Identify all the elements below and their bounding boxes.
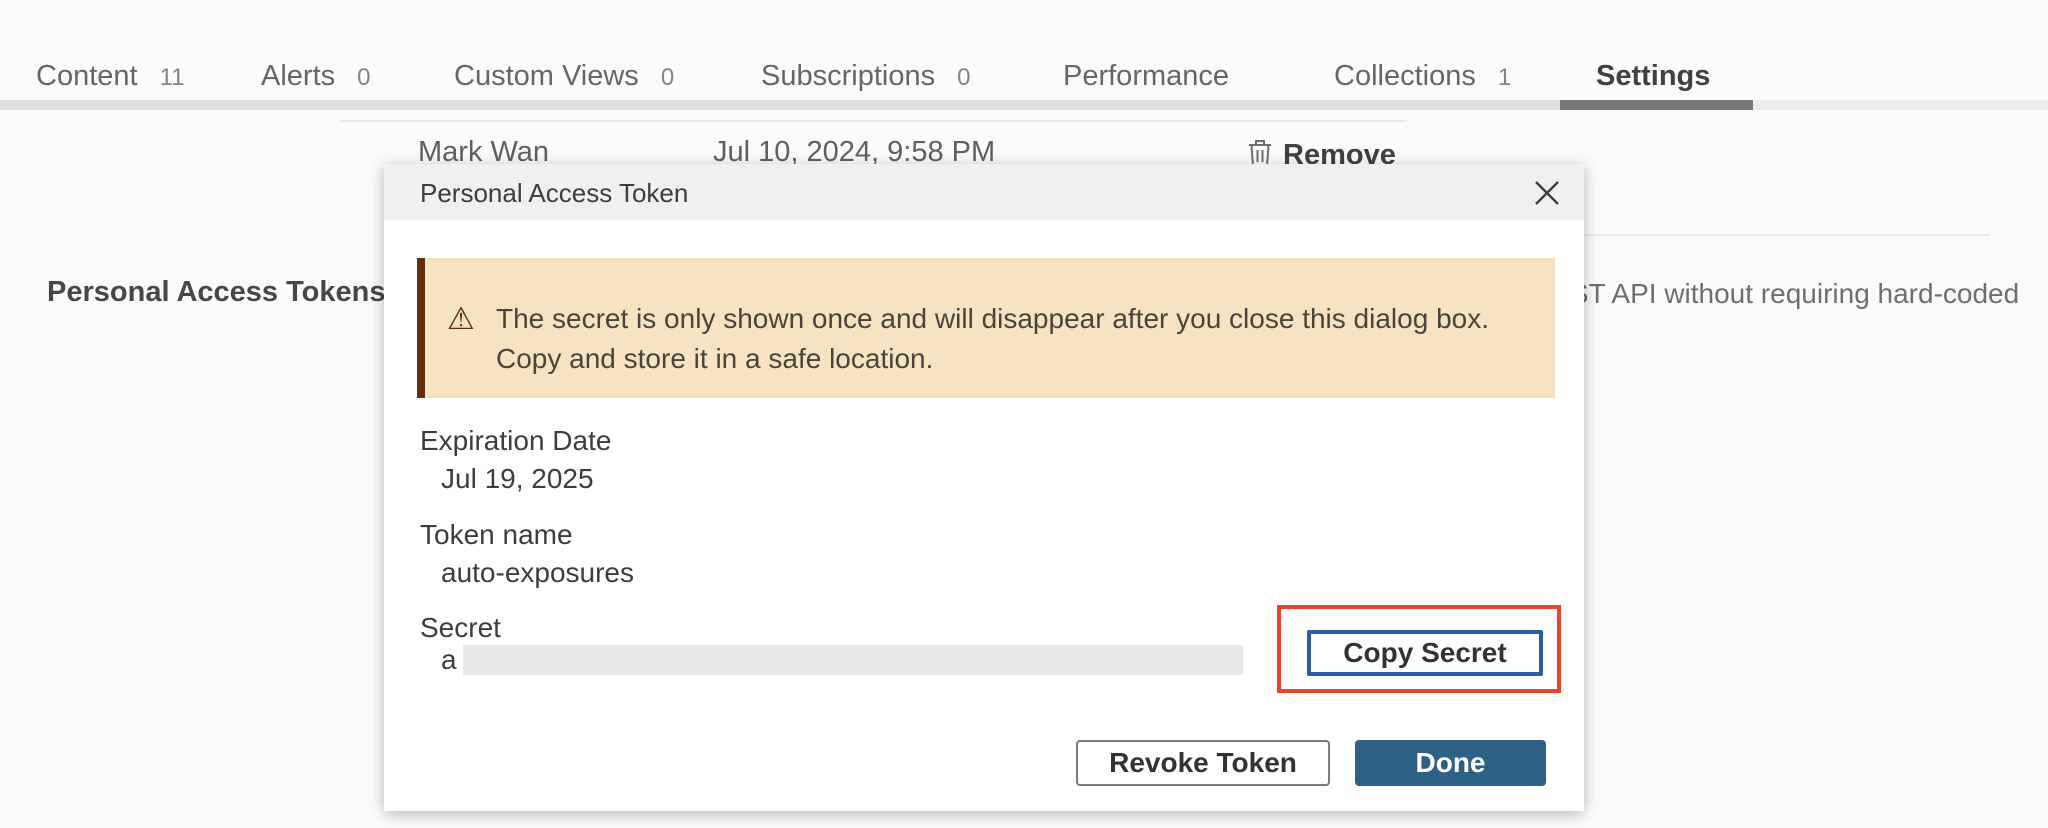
tab-label: Custom Views [454, 60, 639, 93]
secret-redacted-bar [463, 645, 1243, 675]
section-description: REST API without requiring hard-coded [1531, 278, 2019, 310]
tab-active-indicator [1560, 100, 1753, 110]
done-button[interactable]: Done [1355, 740, 1546, 786]
tab-label: Content [36, 60, 138, 93]
tab-performance[interactable]: Performance [1063, 60, 1229, 93]
warning-icon: ⚠ [447, 302, 475, 336]
tab-content[interactable]: Content 11 [36, 60, 185, 93]
tab-settings[interactable]: Settings [1596, 60, 1710, 93]
expiration-date-value: Jul 19, 2025 [441, 463, 594, 495]
secret-label: Secret [420, 612, 501, 644]
tab-underline-track [1753, 100, 2048, 110]
dialog-header: Personal Access Token [384, 164, 1584, 220]
tab-count: 0 [661, 64, 674, 92]
token-name-label: Token name [420, 519, 573, 551]
copy-secret-button[interactable]: Copy Secret [1307, 630, 1543, 676]
revoke-token-button[interactable]: Revoke Token [1076, 740, 1330, 786]
tab-count: 11 [160, 64, 185, 92]
tab-label: Alerts [261, 60, 335, 93]
tab-underline-track [0, 100, 1560, 110]
token-name-value: auto-exposures [441, 557, 634, 589]
table-row-divider [340, 120, 1407, 122]
tab-alerts[interactable]: Alerts 0 [261, 60, 371, 93]
warning-text: The secret is only shown once and will d… [496, 299, 1516, 379]
tab-custom-views[interactable]: Custom Views 0 [454, 60, 674, 93]
tab-collections[interactable]: Collections 1 [1334, 60, 1511, 93]
tab-count: 0 [957, 64, 970, 92]
tab-label: Performance [1063, 60, 1229, 93]
personal-access-token-dialog: Personal Access Token ⚠ The secret is on… [384, 164, 1584, 811]
secret-value-row: a [441, 644, 1243, 676]
warning-banner: ⚠ The secret is only shown once and will… [417, 258, 1555, 398]
tab-subscriptions[interactable]: Subscriptions 0 [761, 60, 970, 93]
expiration-date-label: Expiration Date [420, 425, 611, 457]
tab-label: Collections [1334, 60, 1476, 93]
section-heading: Personal Access Tokens [47, 276, 386, 309]
close-icon[interactable] [1530, 176, 1564, 210]
tab-count: 1 [1498, 64, 1511, 92]
dialog-title: Personal Access Token [420, 164, 688, 222]
settings-page: Content 11 Alerts 0 Custom Views 0 Subsc… [0, 0, 2048, 828]
tab-label: Settings [1596, 60, 1710, 93]
tab-label: Subscriptions [761, 60, 935, 93]
tab-count: 0 [357, 64, 370, 92]
secret-value: a [441, 644, 457, 676]
